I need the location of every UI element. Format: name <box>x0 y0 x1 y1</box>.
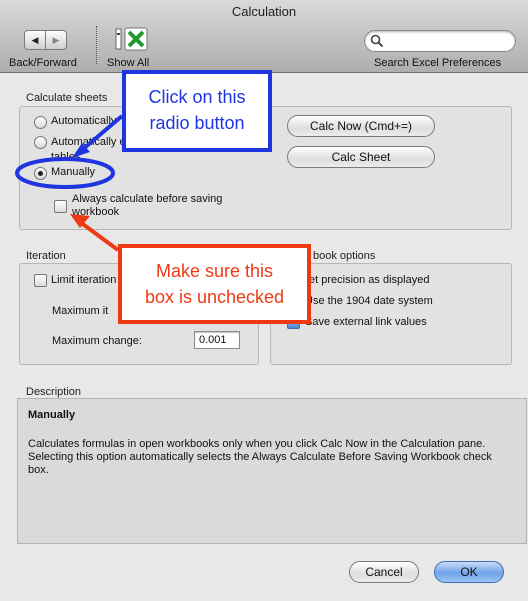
blue-callout-line2: radio button <box>149 113 245 133</box>
blue-arrow-line <box>80 114 124 152</box>
red-callout: Make sure this box is unchecked <box>118 244 311 324</box>
blue-callout: Click on this radio button <box>122 70 272 152</box>
red-callout-line2: box is unchecked <box>144 287 285 307</box>
red-arrow-line <box>78 220 120 252</box>
highlight-ellipse <box>15 157 115 189</box>
blue-callout-line1: Click on this <box>148 87 246 107</box>
red-callout-line1: Make sure this <box>155 261 274 281</box>
